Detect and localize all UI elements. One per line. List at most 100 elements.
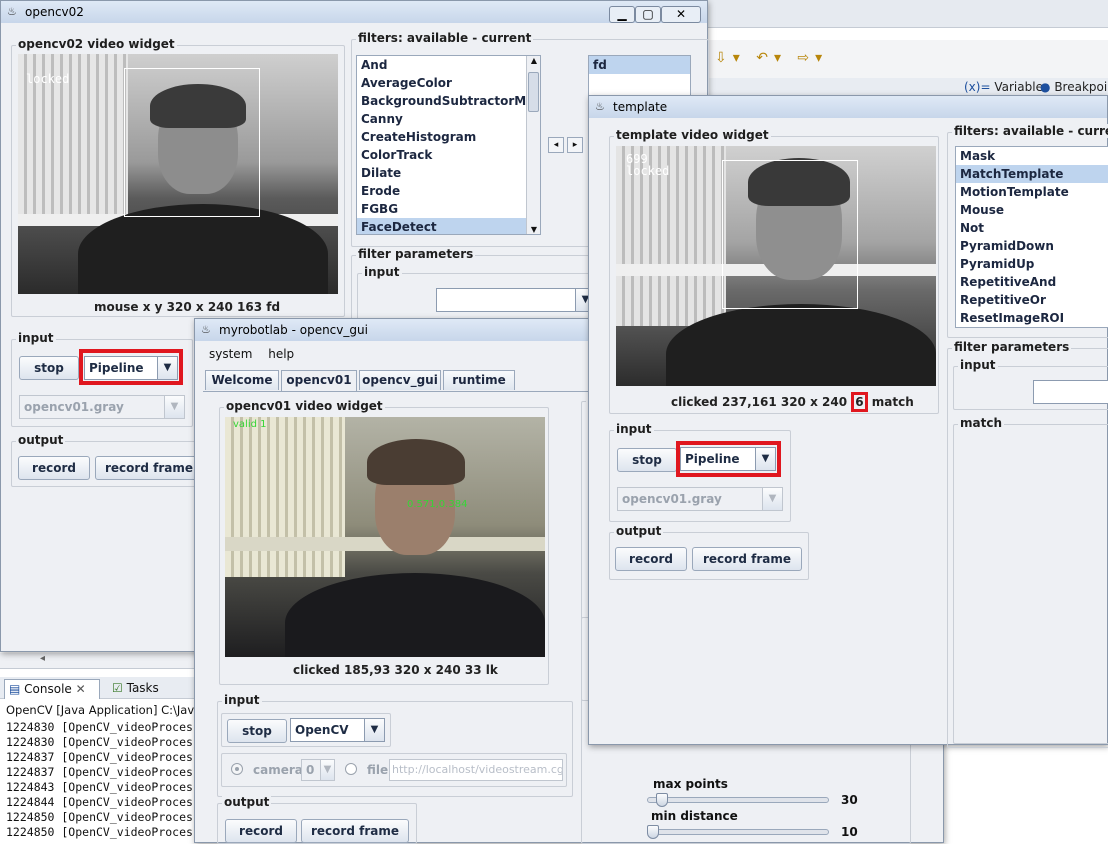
scroll-left-icon[interactable]: ◂ bbox=[40, 653, 45, 664]
list-item[interactable]: Canny bbox=[357, 110, 540, 128]
tab-welcome[interactable]: Welcome bbox=[205, 370, 279, 390]
available-filters-list[interactable]: And AverageColor BackgroundSubtractorMOG… bbox=[356, 55, 541, 235]
variables-tab[interactable]: (x)= Variables bbox=[964, 80, 1049, 94]
menu-help[interactable]: help bbox=[268, 347, 294, 361]
overlay-locked-text: locked bbox=[26, 72, 70, 86]
scroll-thumb[interactable] bbox=[528, 72, 539, 112]
file-label: file bbox=[367, 763, 389, 777]
record-frame-button[interactable]: record frame bbox=[301, 819, 409, 843]
video-widget-label: template video widget bbox=[614, 128, 771, 142]
list-item[interactable]: CreateHistogram bbox=[357, 128, 540, 146]
camera-radio[interactable] bbox=[231, 763, 243, 775]
close-icon[interactable]: ✕ bbox=[661, 6, 701, 23]
list-item[interactable]: Mouse bbox=[956, 201, 1108, 219]
face-detect-box bbox=[124, 68, 260, 217]
list-item[interactable]: BackgroundSubtractorMOG2 bbox=[357, 92, 540, 110]
file-url-input[interactable]: http://localhost/videostream.cgi bbox=[389, 759, 563, 781]
person-hair-image bbox=[367, 439, 465, 485]
stop-button[interactable]: stop bbox=[227, 719, 287, 743]
max-points-slider[interactable] bbox=[647, 797, 829, 803]
available-filters-list[interactable]: Mask MatchTemplate MotionTemplate Mouse … bbox=[955, 146, 1108, 328]
record-frame-button[interactable]: record frame bbox=[692, 547, 802, 571]
console-tab-label: Console bbox=[24, 682, 72, 696]
video-frame[interactable]: valid 1 0.571,0.384 bbox=[225, 417, 545, 657]
highlight-box bbox=[676, 441, 781, 477]
record-button[interactable]: record bbox=[18, 456, 90, 480]
breakpoints-icon: ● bbox=[1040, 80, 1051, 94]
params-input-combo[interactable] bbox=[1033, 380, 1108, 404]
list-item[interactable]: MotionTemplate bbox=[956, 183, 1108, 201]
opencv02-titlebar[interactable]: ♨ opencv02 ▁ ▢ ✕ bbox=[1, 1, 707, 23]
person-body-image bbox=[285, 573, 545, 657]
output-label: output bbox=[614, 524, 664, 538]
minimize-icon[interactable]: ▁ bbox=[609, 6, 635, 23]
move-left-button[interactable]: ◂ bbox=[548, 137, 564, 153]
output-label: output bbox=[16, 433, 66, 447]
max-points-slider-thumb[interactable] bbox=[655, 793, 668, 807]
console-panel: ◂ ▤ Console ✕ ☑ Tasks OpenCV [Java Appli… bbox=[0, 650, 200, 843]
scroll-down-icon[interactable]: ▼ bbox=[528, 225, 540, 234]
console-line: 1224830 [OpenCV_videoProces bbox=[6, 720, 193, 734]
source-value: opencv01.gray bbox=[24, 400, 124, 414]
video-frame[interactable]: locked bbox=[18, 54, 338, 294]
console-header: OpenCV [Java Application] C:\Java\ bbox=[6, 703, 196, 717]
params-input-combo[interactable]: ▼ bbox=[436, 288, 596, 312]
video-widget-label: opencv01 video widget bbox=[224, 399, 385, 413]
list-item[interactable]: PyramidDown bbox=[956, 237, 1108, 255]
record-button[interactable]: record bbox=[225, 819, 297, 843]
list-item[interactable]: ResetImageROI bbox=[956, 309, 1108, 327]
list-item[interactable]: FGBG bbox=[357, 200, 540, 218]
list-item-selected[interactable]: MatchTemplate bbox=[956, 165, 1108, 183]
template-titlebar[interactable]: ♨ template bbox=[589, 96, 1107, 118]
list-item-selected[interactable]: fd bbox=[589, 56, 690, 74]
list-item[interactable]: ColorTrack bbox=[357, 146, 540, 164]
caption-text: clicked 237,161 320 x 240 bbox=[671, 395, 848, 409]
list-item[interactable]: Mask bbox=[956, 147, 1108, 165]
source-select[interactable]: OpenCV ▼ bbox=[290, 718, 385, 742]
console-tab[interactable]: ▤ Console ✕ bbox=[4, 679, 100, 699]
list-item[interactable]: And bbox=[357, 56, 540, 74]
video-frame[interactable]: 699 locked bbox=[616, 146, 936, 386]
console-line: 1224843 [OpenCV_videoProces bbox=[6, 780, 193, 794]
breakpoints-tab[interactable]: ● Breakpoin bbox=[1040, 80, 1108, 94]
window-title: template bbox=[613, 100, 668, 114]
scroll-up-icon[interactable]: ▲ bbox=[528, 56, 540, 65]
list-item[interactable]: RepetitiveOr bbox=[956, 291, 1108, 309]
menu-system[interactable]: system bbox=[209, 347, 252, 361]
stop-button[interactable]: stop bbox=[19, 356, 79, 380]
max-points-value: 30 bbox=[841, 793, 858, 807]
move-right-button[interactable]: ▸ bbox=[567, 137, 583, 153]
tab-opencv-gui[interactable]: opencv_gui bbox=[359, 370, 441, 390]
console-hscroll[interactable]: ◂ bbox=[0, 653, 200, 669]
list-scrollbar[interactable]: ▲ ▼ bbox=[526, 56, 540, 234]
file-radio[interactable] bbox=[345, 763, 357, 775]
camera-label: camera bbox=[253, 763, 303, 777]
min-distance-slider-thumb[interactable] bbox=[647, 825, 659, 839]
record-button[interactable]: record bbox=[615, 547, 687, 571]
list-item-selected[interactable]: FaceDetect bbox=[357, 218, 540, 234]
output-label: output bbox=[222, 795, 272, 809]
min-distance-slider[interactable] bbox=[647, 829, 829, 835]
match-label: match bbox=[958, 416, 1004, 430]
list-item[interactable]: Not bbox=[956, 219, 1108, 237]
maximize-icon[interactable]: ▢ bbox=[635, 6, 661, 23]
window-controls: ▁ ▢ ✕ bbox=[609, 3, 701, 23]
list-item[interactable]: Erode bbox=[357, 182, 540, 200]
tab-runtime[interactable]: runtime bbox=[443, 370, 515, 390]
java-icon: ♨ bbox=[7, 5, 17, 18]
list-item[interactable]: PyramidUp bbox=[956, 255, 1108, 273]
tab-opencv01[interactable]: opencv01 bbox=[281, 370, 357, 391]
filters-label: filters: available - current bbox=[356, 31, 534, 45]
stop-button[interactable]: stop bbox=[617, 448, 677, 472]
close-icon[interactable]: ✕ bbox=[76, 682, 86, 696]
source-select: opencv01.gray ▼ bbox=[19, 395, 185, 419]
ide-toolbar-icons[interactable]: ⇩▾ ↶▾ ⇨▾ bbox=[715, 50, 828, 66]
chevron-down-icon[interactable]: ▼ bbox=[364, 719, 384, 741]
video-caption: clicked 185,93 320 x 240 33 lk bbox=[293, 663, 498, 677]
list-item[interactable]: AverageColor bbox=[357, 74, 540, 92]
tasks-tab[interactable]: ☑ Tasks bbox=[112, 681, 159, 695]
list-item[interactable]: RepetitiveAnd bbox=[956, 273, 1108, 291]
chevron-down-icon: ▼ bbox=[164, 396, 184, 418]
list-item[interactable]: Dilate bbox=[357, 164, 540, 182]
record-frame-button[interactable]: record frame bbox=[95, 456, 203, 480]
